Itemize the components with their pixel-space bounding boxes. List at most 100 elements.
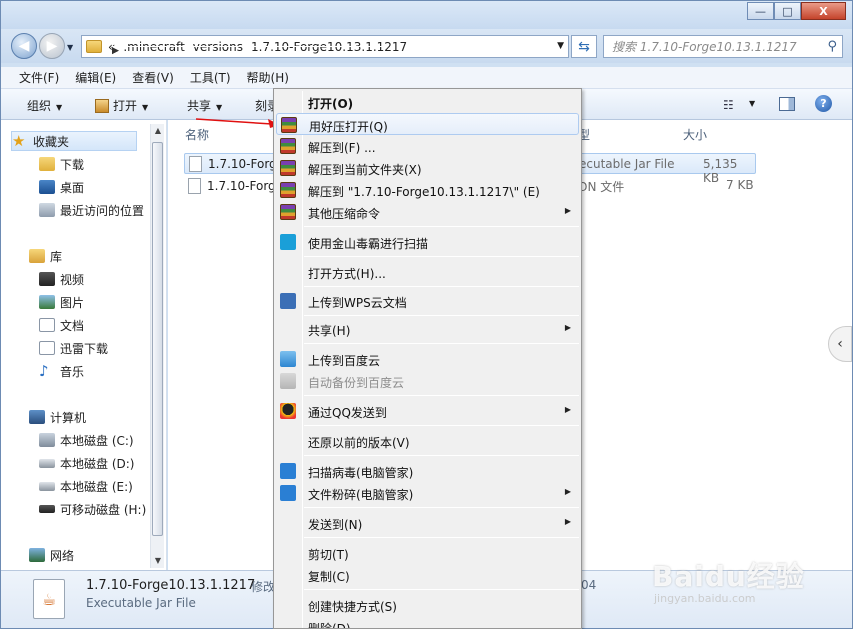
menu-separator [304, 343, 579, 344]
menu-item-kingsoft-scan[interactable]: 使用金山毒霸进行扫描 [276, 231, 579, 253]
menu-separator [304, 256, 579, 257]
minimize-button[interactable]: — [747, 2, 774, 20]
menu-item-copy[interactable]: 复制(C) [276, 564, 579, 586]
menu-item-delete[interactable]: 删除(D) [276, 616, 579, 628]
scroll-up-icon[interactable]: ▲ [151, 124, 165, 138]
navigation-row: ◀ ▶ ▼ « .minecraft ▶ versions ▶ 1.7.10-F… [1, 29, 852, 63]
forward-button[interactable]: ▶ [39, 33, 65, 59]
nav-libraries[interactable]: 库 [29, 246, 62, 266]
address-bar[interactable]: « .minecraft ▶ versions ▶ 1.7.10-Forge10… [81, 35, 569, 58]
kingsoft-antivirus-icon [280, 234, 296, 250]
nav-network[interactable]: 网络 [29, 545, 74, 565]
menu-item-haozip-open[interactable]: 用好压打开(Q) [276, 113, 579, 135]
menu-item-share[interactable]: 共享(H) ▶ [276, 318, 579, 340]
file-type: ON 文件 [578, 180, 625, 194]
preview-pane-button[interactable] [779, 97, 795, 111]
nav-videos[interactable]: 视频 [39, 269, 84, 289]
menu-item-upload-wps[interactable]: 上传到WPS云文档 [276, 290, 579, 312]
nav-disk-e[interactable]: 本地磁盘 (E:) [39, 476, 133, 496]
xunlei-folder-icon [39, 341, 55, 355]
submenu-arrow-icon: ▶ [564, 323, 571, 332]
details-modified-value: 04 [581, 578, 597, 592]
star-icon: ★ [12, 132, 26, 150]
menu-item-upload-baidu[interactable]: 上传到百度云 [276, 348, 579, 370]
nav-desktop[interactable]: 桌面 [39, 177, 84, 197]
back-button[interactable]: ◀ [11, 33, 37, 59]
menu-item-send-qq[interactable]: 通过QQ发送到 ▶ [276, 400, 579, 422]
menu-item-extract-named[interactable]: 解压到 "1.7.10-Forge10.13.1.1217\" (E) [276, 179, 579, 201]
nav-music[interactable]: ♪ 音乐 [39, 361, 84, 381]
view-dropdown-icon[interactable]: ▼ [749, 99, 755, 108]
refresh-button[interactable]: ⇆ [571, 35, 597, 58]
menu-item-restore-versions[interactable]: 还原以前的版本(V) [276, 430, 579, 452]
share-label: 共享 [187, 99, 212, 113]
column-header-size[interactable]: 大小 [683, 126, 707, 143]
breadcrumb-separator-icon[interactable]: ▶ [112, 46, 387, 56]
nav-downloads[interactable]: 下载 [39, 154, 84, 174]
nav-disk-d[interactable]: 本地磁盘 (D:) [39, 453, 134, 473]
documents-icon [39, 318, 55, 332]
scroll-thumb[interactable] [152, 142, 163, 536]
menu-item-extract-to[interactable]: 解压到(F) ... [276, 135, 579, 157]
view-icon[interactable]: ☷ [723, 98, 734, 112]
desktop-icon [39, 180, 55, 194]
open-label: 打开 [113, 99, 138, 113]
haozip-icon [280, 182, 296, 198]
hard-drive-icon [39, 481, 55, 491]
nav-favorites[interactable]: ★ 收藏夹 [11, 131, 137, 151]
menu-separator [304, 455, 579, 456]
address-dropdown-icon[interactable]: ▼ [557, 41, 564, 51]
menu-tools[interactable]: 工具(T) [190, 69, 231, 86]
red-arrow-annotation [196, 118, 280, 128]
menu-separator [304, 537, 579, 538]
details-modified-label: 修改 [251, 580, 276, 594]
menu-separator [304, 395, 579, 396]
nav-disk-c[interactable]: 本地磁盘 (C:) [39, 430, 134, 450]
search-input[interactable]: 搜索 1.7.10-Forge10.13.1.1217 ⚲ [603, 35, 843, 58]
library-icon [29, 249, 45, 263]
open-button[interactable]: 打开 ▼ [95, 97, 148, 114]
nav-disk-h[interactable]: 可移动磁盘 (H:) [39, 499, 146, 519]
menu-item-open[interactable]: 打开(O) [276, 91, 579, 113]
maximize-button[interactable]: □ [774, 2, 801, 20]
nav-scrollbar[interactable]: ▲ ▼ [150, 124, 164, 568]
menu-item-cut[interactable]: 剪切(T) [276, 542, 579, 564]
menu-item-send-to[interactable]: 发送到(N) ▶ [276, 512, 579, 534]
menu-item-auto-backup-baidu[interactable]: 自动备份到百度云 [276, 370, 579, 392]
computer-icon [29, 410, 45, 424]
title-bar: — □ X [1, 1, 852, 29]
nav-xunlei[interactable]: 迅雷下载 [39, 338, 108, 358]
menu-edit[interactable]: 编辑(E) [75, 69, 116, 86]
baidu-watermark-url: jingyan.baidu.com [654, 592, 756, 605]
baidu-watermark-logo: Baidu经验 [652, 560, 805, 593]
menu-item-extract-here[interactable]: 解压到当前文件夹(X) [276, 157, 579, 179]
menu-view[interactable]: 查看(V) [132, 69, 174, 86]
recent-pages-dropdown[interactable]: ▼ [67, 43, 73, 52]
organize-button[interactable]: 组织 ▼ [27, 97, 62, 114]
chevron-down-icon: ▼ [142, 103, 149, 112]
menu-item-create-shortcut[interactable]: 创建快捷方式(S) [276, 594, 579, 616]
submenu-arrow-icon: ▶ [564, 487, 571, 496]
chevron-down-icon: ▼ [216, 103, 223, 112]
menu-item-scan-virus[interactable]: 扫描病毒(电脑管家) [276, 460, 579, 482]
menu-item-open-with[interactable]: 打开方式(H)... [276, 261, 579, 283]
menu-item-other-compress[interactable]: 其他压缩命令 ▶ [276, 201, 579, 223]
help-button[interactable]: ? [815, 95, 832, 112]
menu-help[interactable]: 帮助(H) [247, 69, 289, 86]
share-button[interactable]: 共享 ▼ [187, 97, 222, 114]
menu-file[interactable]: 文件(F) [19, 69, 59, 86]
menu-item-shred[interactable]: 文件粉碎(电脑管家) ▶ [276, 482, 579, 504]
system-drive-icon [39, 433, 55, 447]
nav-computer[interactable]: 计算机 [29, 407, 86, 427]
file-type: ecutable Jar File [579, 157, 675, 171]
submenu-arrow-icon: ▶ [564, 405, 571, 414]
video-icon [39, 272, 55, 286]
nav-recent[interactable]: 最近访问的位置 [39, 200, 144, 220]
close-button[interactable]: X [801, 2, 846, 20]
nav-documents[interactable]: 文档 [39, 315, 84, 335]
nav-pictures[interactable]: 图片 [39, 292, 84, 312]
scroll-down-icon[interactable]: ▼ [151, 554, 165, 568]
search-icon[interactable]: ⚲ [827, 39, 837, 54]
file-name: 1.7.10-Forg [207, 178, 276, 193]
navigation-pane: ★收藏夹 下载 桌面 最近访问的位置 库 视频 图片 文档 迅雷下载 ♪音乐 [1, 120, 167, 570]
